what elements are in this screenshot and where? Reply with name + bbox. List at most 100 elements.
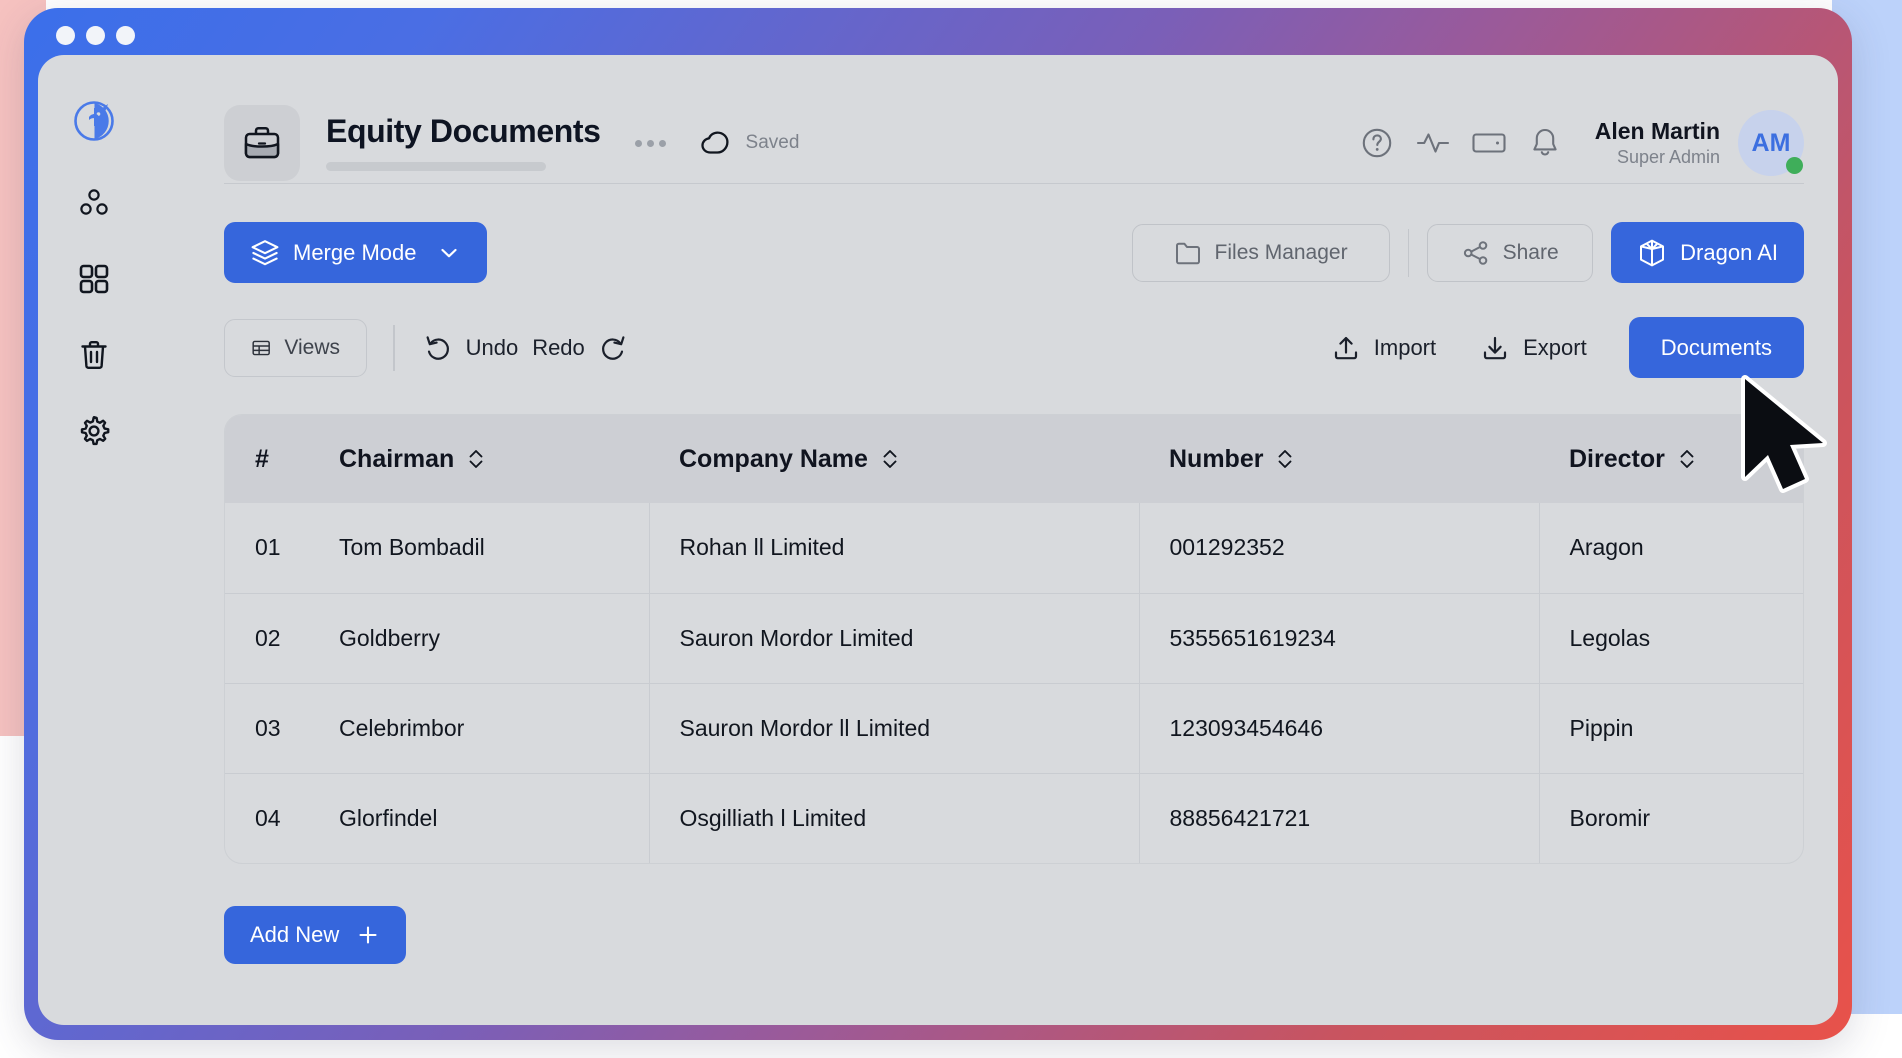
share-button[interactable]: Share (1427, 223, 1594, 282)
cell-number[interactable]: 5355651619234 (1138, 592, 1539, 683)
billing-button[interactable] (1461, 120, 1517, 166)
cell-director[interactable]: Aragon (1538, 503, 1803, 593)
files-manager-button[interactable]: Files Manager (1131, 223, 1390, 282)
column-header-director[interactable]: Director (1539, 415, 1803, 503)
table-row[interactable]: 03 Celebrimbor Sauron Mordor ll Limited … (225, 682, 1803, 773)
bell-icon (1533, 128, 1557, 156)
cell-index: 01 (255, 534, 281, 561)
column-label-number: Number (1169, 444, 1264, 473)
cell-index: 03 (225, 682, 309, 773)
window-traffic-lights[interactable] (56, 26, 135, 45)
title-placeholder-bar (326, 162, 546, 171)
avatar[interactable]: AM (1738, 110, 1804, 176)
toolbar-divider (1407, 228, 1410, 277)
documents-button[interactable]: Documents (1628, 317, 1804, 378)
sort-icon (1680, 450, 1694, 468)
header-actions: Alen Martin Super Admin AM (1349, 110, 1804, 176)
sidebar-item-nodes[interactable] (70, 179, 118, 227)
column-header-number[interactable]: Number (1139, 415, 1539, 503)
chevron-down-icon (441, 248, 457, 257)
redo-icon (601, 335, 625, 360)
question-circle-icon (1362, 128, 1392, 158)
user-role: Super Admin (1616, 147, 1720, 168)
table-head: # Chairman Company Name Number Director (225, 415, 1803, 503)
cell-company[interactable]: Rohan ll Limited (648, 503, 1139, 593)
sidebar-item-grid[interactable] (70, 255, 118, 303)
activity-button[interactable] (1405, 120, 1461, 166)
undo-button[interactable]: Undo (423, 333, 518, 363)
cell-director[interactable]: Pippin (1538, 682, 1803, 773)
table-row[interactable]: 01 Tom Bombadil Rohan ll Limited 0012923… (225, 503, 1803, 593)
briefcase-icon (244, 126, 280, 159)
cell-company[interactable]: Osgilliath l Limited (648, 772, 1139, 863)
cell-number[interactable]: 88856421721 (1138, 772, 1539, 863)
table-row[interactable]: 02 Goldberry Sauron Mordor Limited 53556… (225, 592, 1803, 683)
redo-button[interactable]: Redo (532, 333, 628, 363)
column-header-index: # (225, 415, 309, 503)
dragon-logo-icon[interactable] (72, 99, 116, 143)
layers-icon (251, 239, 279, 265)
save-status: Saved (700, 130, 800, 156)
more-options-button[interactable] (634, 139, 666, 147)
table-header-row: # Chairman Company Name Number Director (225, 415, 1803, 503)
cell-director[interactable]: Legolas (1538, 592, 1803, 683)
dot (634, 139, 642, 147)
help-button[interactable] (1349, 120, 1405, 166)
share-label: Share (1502, 240, 1559, 264)
column-label-director: Director (1569, 444, 1665, 473)
dot (658, 139, 666, 147)
sidebar-item-trash[interactable] (70, 331, 118, 379)
import-button[interactable]: Import (1309, 333, 1458, 363)
cell-number[interactable]: 001292352 (1138, 503, 1539, 593)
gear-icon (80, 416, 110, 446)
document-title-block: Equity Documents (326, 115, 601, 171)
notifications-button[interactable] (1517, 120, 1573, 166)
cell-company[interactable]: Sauron Mordor ll Limited (648, 682, 1139, 773)
nodes-cluster-icon (80, 189, 108, 215)
documents-label: Documents (1660, 334, 1772, 360)
column-label-chairman: Chairman (339, 444, 455, 473)
redo-label: Redo (532, 334, 585, 360)
dot (646, 139, 654, 147)
sidebar-item-settings[interactable] (70, 407, 118, 455)
grid-apps-icon (79, 264, 109, 294)
toolbar-primary-right: Files Manager Share Dragon AI (1131, 222, 1804, 283)
status-badge (1786, 157, 1803, 174)
import-label: Import (1373, 334, 1437, 360)
trash-icon (81, 341, 107, 370)
cube-icon (1640, 239, 1665, 266)
cell-chairman[interactable]: Tom Bombadil (309, 503, 649, 593)
merge-mode-button[interactable]: Merge Mode (224, 222, 487, 283)
cell-company[interactable]: Sauron Mordor Limited (648, 592, 1139, 683)
window-close-button[interactable] (56, 26, 75, 45)
column-header-chairman[interactable]: Chairman (309, 415, 649, 503)
add-new-button[interactable]: Add New (224, 906, 407, 964)
app-window-frame: Equity Documents Saved Alen Martin Super… (24, 8, 1852, 1040)
views-label: Views (284, 335, 340, 359)
sort-icon (1279, 450, 1292, 468)
views-button[interactable]: Views (224, 318, 367, 377)
user-info[interactable]: Alen Martin Super Admin (1595, 117, 1720, 168)
cell-index: 04 (225, 772, 309, 863)
cell-chairman[interactable]: Goldberry (309, 592, 649, 683)
column-label-company: Company Name (679, 444, 868, 473)
files-manager-label: Files Manager (1214, 240, 1348, 264)
cell-chairman[interactable]: Glorfindel (309, 772, 649, 863)
sort-icon (469, 450, 483, 468)
cell-director[interactable]: Boromir (1538, 772, 1803, 863)
column-header-company[interactable]: Company Name (649, 415, 1139, 503)
save-status-label: Saved (745, 132, 800, 153)
table-body: 01 Tom Bombadil Rohan ll Limited 0012923… (225, 503, 1803, 863)
cell-chairman[interactable]: Celebrimbor (309, 682, 649, 773)
toolbar-secondary-right: Import Export Documents (1309, 317, 1804, 378)
cell-number[interactable]: 123093454646 (1138, 682, 1539, 773)
folder-icon (1175, 242, 1200, 264)
window-minimize-button[interactable] (86, 26, 105, 45)
page-header: Equity Documents Saved Alen Martin Super… (224, 55, 1804, 183)
window-maximize-button[interactable] (116, 26, 135, 45)
dragon-ai-button[interactable]: Dragon AI (1611, 222, 1804, 283)
export-button[interactable]: Export (1458, 333, 1609, 363)
card-icon (1472, 133, 1506, 153)
table-row[interactable]: 04 Glorfindel Osgilliath l Limited 88856… (225, 772, 1803, 863)
sidebar (38, 55, 150, 1025)
